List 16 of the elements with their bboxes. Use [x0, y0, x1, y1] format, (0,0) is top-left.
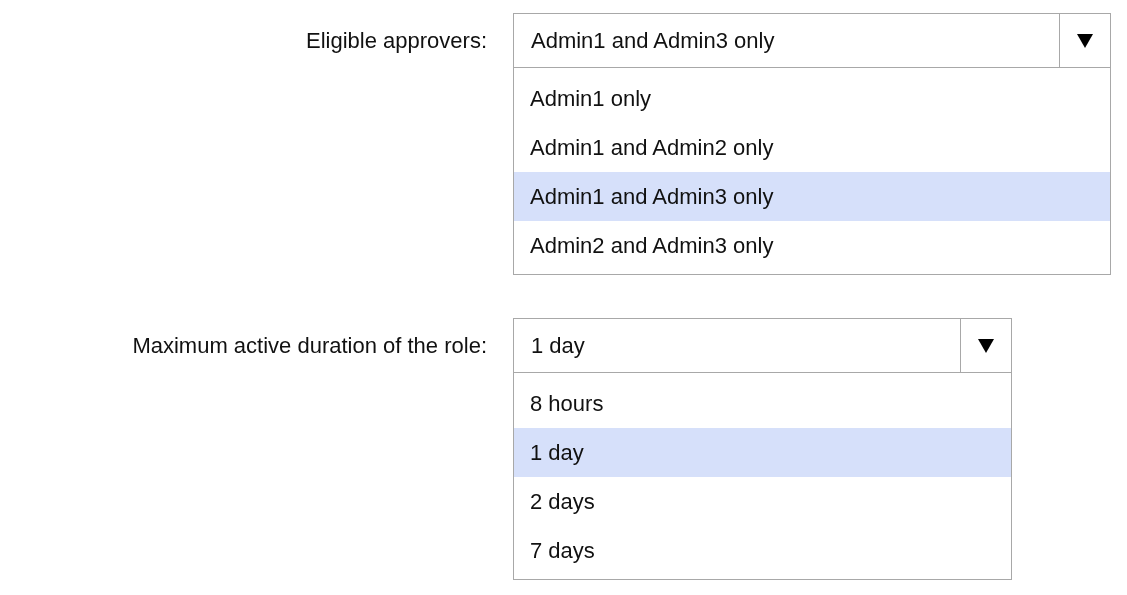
- dropdown-value: Admin1 and Admin3 only: [530, 27, 776, 54]
- dropdown-option[interactable]: Admin1 only: [514, 74, 1110, 123]
- dropdown-arrow-icon[interactable]: [1076, 32, 1094, 49]
- dropdown-arrow-icon[interactable]: [977, 337, 995, 354]
- dropdown-option[interactable]: 8 hours: [514, 379, 1011, 428]
- dropdown-option[interactable]: Admin1 and Admin3 only: [514, 172, 1110, 221]
- dropdown-option[interactable]: 2 days: [514, 477, 1011, 526]
- dropdown[interactable]: 1 day: [513, 318, 1012, 373]
- dropdown-option[interactable]: Admin2 and Admin3 only: [514, 221, 1110, 270]
- dropdown[interactable]: Admin1 and Admin3 only: [513, 13, 1111, 68]
- dropdown-value: 1 day: [530, 332, 586, 359]
- dropdown-option[interactable]: 1 day: [514, 428, 1011, 477]
- dropdown-option[interactable]: 7 days: [514, 526, 1011, 575]
- dropdown-option[interactable]: Admin1 and Admin2 only: [514, 123, 1110, 172]
- field-label: Eligible approvers:: [305, 27, 487, 55]
- field-label: Maximum active duration of the role:: [131, 332, 487, 360]
